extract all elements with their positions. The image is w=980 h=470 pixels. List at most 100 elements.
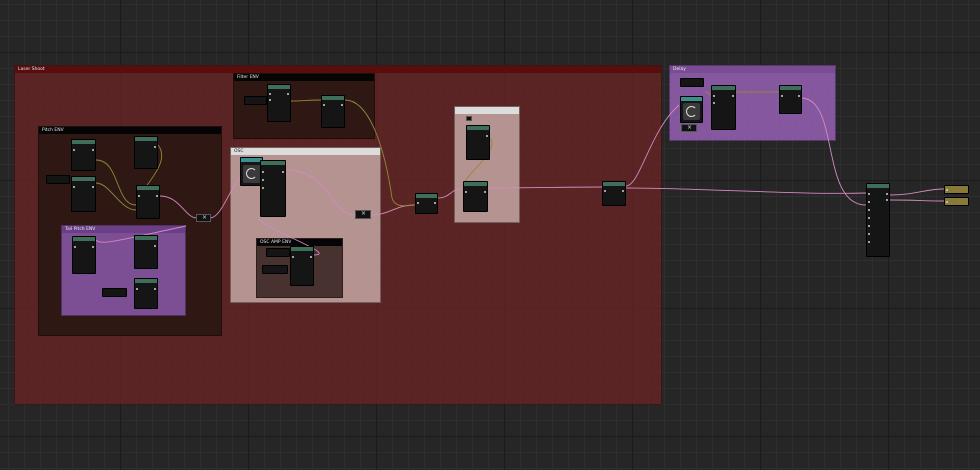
output-mixer-node[interactable]: [866, 183, 890, 257]
output-pin[interactable]: [886, 199, 888, 201]
output-pin[interactable]: [287, 93, 289, 95]
input-pin[interactable]: [136, 288, 138, 290]
reroute-node[interactable]: ×: [196, 214, 211, 222]
input-pin[interactable]: [868, 233, 870, 235]
node-header: [135, 137, 157, 141]
delay-mix-node[interactable]: [779, 85, 802, 114]
output-pin[interactable]: [434, 202, 436, 204]
output-pin[interactable]: [486, 135, 488, 137]
node-header: [72, 177, 95, 181]
tail-pitch-node-1[interactable]: [72, 236, 96, 274]
input-pin[interactable]: [73, 186, 75, 188]
node-header: [291, 247, 313, 251]
node-header: [241, 158, 262, 162]
unlabeled-group-node-2[interactable]: [463, 181, 488, 212]
pitch-node-4[interactable]: [136, 185, 160, 219]
input-pin[interactable]: [292, 256, 294, 258]
wire: [889, 188, 945, 196]
input-pin[interactable]: [269, 93, 271, 95]
x-icon: ×: [687, 124, 693, 131]
node-header: [681, 97, 702, 101]
input-pin[interactable]: [868, 193, 870, 195]
input-pin[interactable]: [781, 95, 783, 97]
pitch-node-2[interactable]: [134, 136, 158, 169]
output-pin[interactable]: [484, 191, 486, 193]
reroute-node[interactable]: ×: [681, 124, 697, 132]
input-pin[interactable]: [868, 241, 870, 243]
output-pin[interactable]: [886, 193, 888, 195]
output-pin[interactable]: [341, 104, 343, 106]
delay-param-node[interactable]: [680, 96, 703, 123]
input-pin[interactable]: [713, 95, 715, 97]
parameter-node[interactable]: [244, 96, 267, 105]
output-pin[interactable]: [92, 149, 94, 151]
parameter-node[interactable]: [680, 78, 704, 87]
node-header: [137, 186, 159, 190]
filter-node[interactable]: [321, 95, 345, 128]
tail-pitch-node-3[interactable]: [134, 278, 158, 309]
input-pin[interactable]: [269, 99, 271, 101]
parameter-node[interactable]: [102, 288, 127, 297]
output-pin[interactable]: [732, 95, 734, 97]
parameter-node[interactable]: [46, 175, 70, 184]
reroute-node[interactable]: [466, 116, 472, 121]
amp-env-node[interactable]: [290, 246, 314, 286]
output-pin[interactable]: [156, 195, 158, 197]
node-header: [73, 237, 95, 241]
audio-output-right[interactable]: [944, 197, 969, 206]
node-header: [467, 126, 489, 130]
output-pin[interactable]: [282, 171, 284, 173]
knob-icon[interactable]: [683, 103, 700, 120]
delay-node[interactable]: [711, 85, 736, 130]
wire: [285, 169, 356, 216]
wire: [889, 199, 945, 202]
input-pin[interactable]: [713, 102, 715, 104]
node-graph-canvas[interactable]: Laser Shoot Filter ENV Pitch ENV Tail Pi…: [0, 0, 980, 470]
input-pin[interactable]: [465, 191, 467, 193]
wire: [95, 159, 137, 206]
node-header: [72, 140, 95, 144]
audio-output-left[interactable]: [944, 185, 969, 194]
input-pin[interactable]: [417, 202, 419, 204]
output-pin[interactable]: [798, 95, 800, 97]
input-pin[interactable]: [73, 149, 75, 151]
input-pin[interactable]: [868, 201, 870, 203]
output-pin[interactable]: [310, 256, 312, 258]
input-pin[interactable]: [604, 190, 606, 192]
output-pin[interactable]: [92, 186, 94, 188]
knob-icon[interactable]: [243, 165, 261, 183]
unlabeled-group-node-1[interactable]: [466, 125, 490, 160]
x-icon: ×: [202, 214, 208, 221]
output-pin[interactable]: [154, 288, 156, 290]
input-pin[interactable]: [868, 225, 870, 227]
input-pin[interactable]: [74, 246, 76, 248]
wire: [625, 187, 867, 194]
wire: [289, 99, 322, 102]
input-pin[interactable]: [946, 201, 948, 203]
tail-pitch-node-2[interactable]: [134, 235, 158, 269]
input-pin[interactable]: [868, 217, 870, 219]
node-header: [867, 184, 889, 188]
node-header: [261, 161, 285, 165]
input-pin[interactable]: [138, 195, 140, 197]
node-header: [712, 86, 735, 90]
input-pin[interactable]: [262, 171, 264, 173]
parameter-node[interactable]: [266, 248, 290, 257]
input-pin[interactable]: [868, 209, 870, 211]
parameter-node[interactable]: [262, 265, 288, 274]
oscillator-node[interactable]: [260, 160, 286, 217]
output-pin[interactable]: [154, 245, 156, 247]
output-pin[interactable]: [622, 190, 624, 192]
output-pin[interactable]: [92, 246, 94, 248]
pitch-node-1[interactable]: [71, 139, 96, 171]
pitch-node-3[interactable]: [71, 176, 96, 212]
multiply-node[interactable]: [415, 193, 438, 214]
reroute-node[interactable]: ×: [355, 210, 371, 219]
envelope-node[interactable]: [267, 84, 291, 122]
gain-node[interactable]: [602, 181, 626, 206]
input-pin[interactable]: [262, 187, 264, 189]
input-pin[interactable]: [323, 104, 325, 106]
input-pin[interactable]: [262, 179, 264, 181]
output-pin[interactable]: [154, 146, 156, 148]
input-pin[interactable]: [946, 189, 948, 191]
